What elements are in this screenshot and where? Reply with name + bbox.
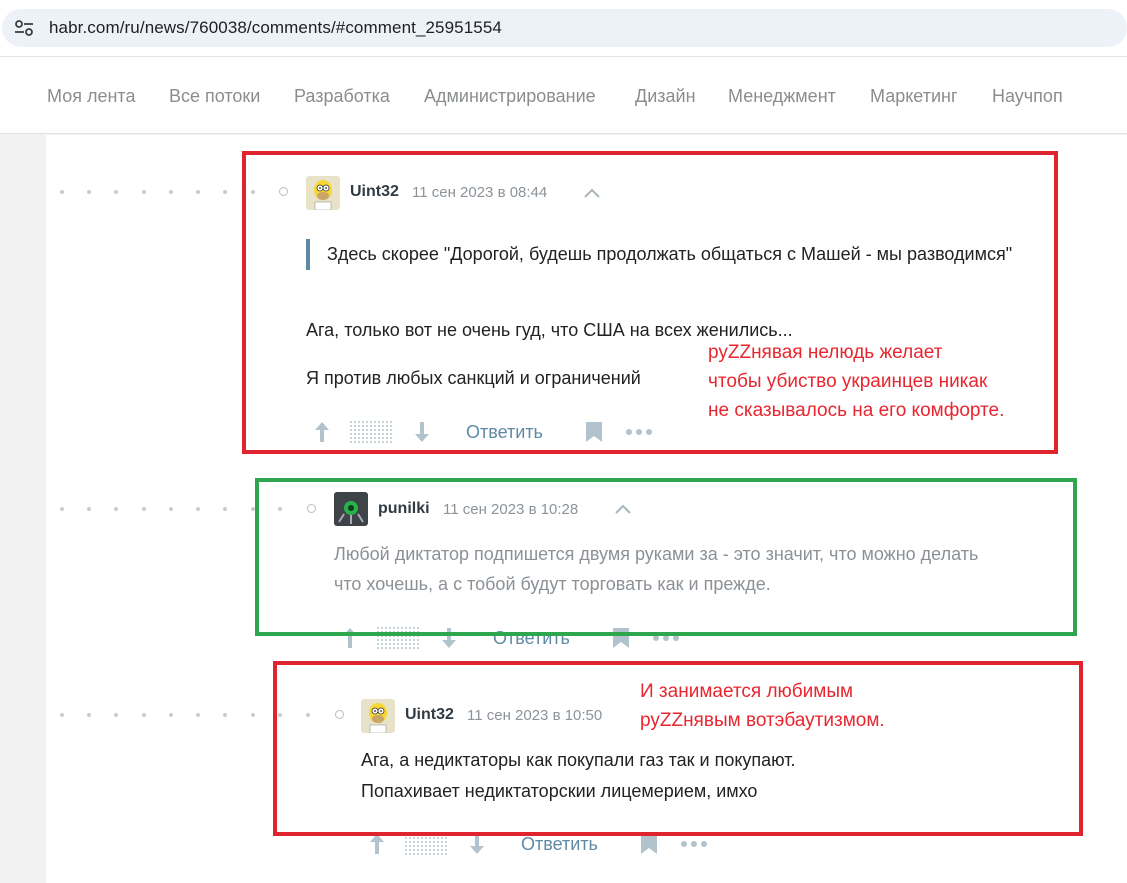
- highlight-box-green: [255, 478, 1077, 636]
- nav-item-administration[interactable]: Администрирование: [424, 86, 596, 107]
- reply-button[interactable]: Ответить: [521, 834, 598, 855]
- nav-item-all-streams[interactable]: Все потоки: [169, 86, 260, 107]
- nav-item-popular-science[interactable]: Научпоп: [992, 86, 1063, 107]
- browser-address-bar: habr.com/ru/news/760038/comments/#commen…: [0, 0, 1127, 56]
- top-navigation: Моя лента Все потоки Разработка Админист…: [0, 56, 1127, 134]
- site-settings-icon[interactable]: [14, 19, 34, 37]
- nav-item-my-feed[interactable]: Моя лента: [47, 86, 135, 107]
- nav-item-management[interactable]: Менеджмент: [728, 86, 836, 107]
- arrow-up-icon[interactable]: [369, 833, 385, 855]
- url-field[interactable]: habr.com/ru/news/760038/comments/#commen…: [2, 9, 1127, 47]
- url-text: habr.com/ru/news/760038/comments/#commen…: [49, 18, 502, 37]
- rating-placeholder-icon: [405, 833, 449, 855]
- bookmark-icon[interactable]: [640, 833, 658, 855]
- nav-item-design[interactable]: Дизайн: [635, 86, 696, 107]
- nav-item-marketing[interactable]: Маркетинг: [870, 86, 958, 107]
- annotation-text: руZZнявая нелюдь желает чтобы убиство ук…: [708, 342, 1005, 421]
- arrow-down-icon[interactable]: [469, 833, 485, 855]
- more-icon[interactable]: [680, 840, 708, 848]
- nav-item-development[interactable]: Разработка: [294, 86, 390, 107]
- annotation-text: И занимается любимым руZZнявым вотэбаути…: [640, 681, 885, 731]
